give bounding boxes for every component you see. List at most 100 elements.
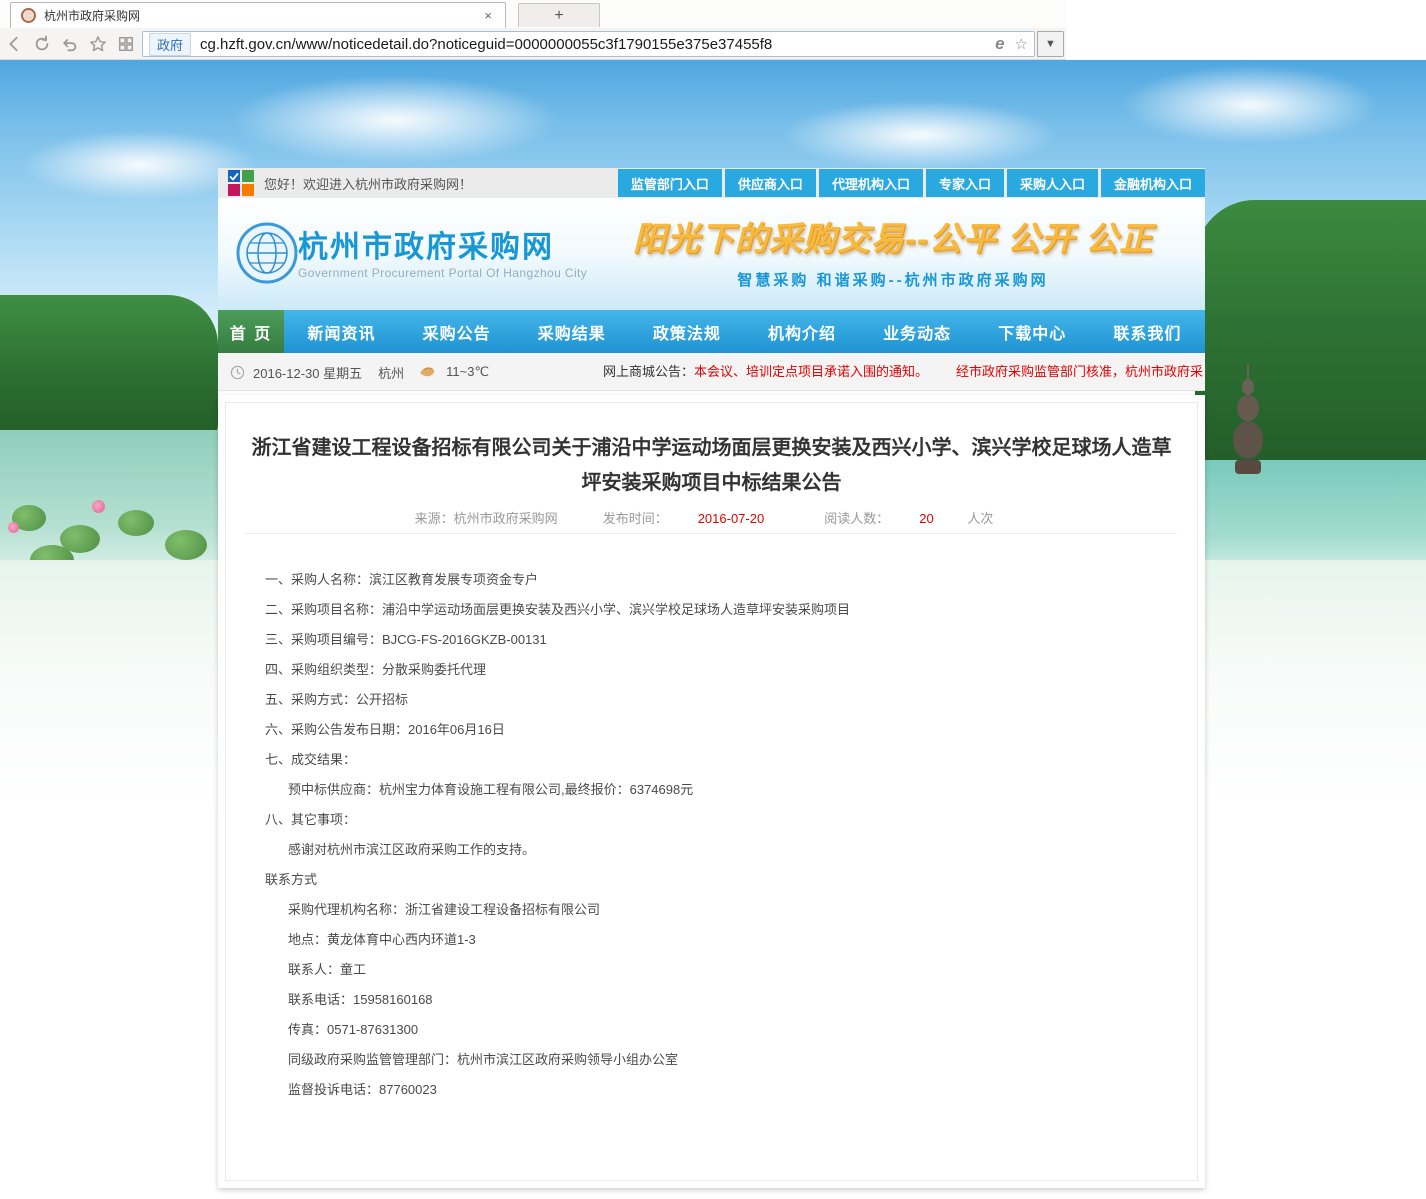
slogan-block: 阳光下的采购交易--公平 公开 公正 智慧采购 和谐采购--杭州市政府采购网: [593, 212, 1193, 290]
cloud: [230, 75, 560, 165]
weather-icon: [418, 364, 440, 380]
paragraph: 监督投诉电话：87760023: [226, 1075, 1197, 1105]
article-title: 浙江省建设工程设备招标有限公司关于浦沿中学运动场面层更换安装及西兴小学、滨兴学校…: [247, 431, 1177, 501]
browser-chrome: 杭州市政府采购网 × + 政府 cg.hzft.gov.cn/www/notic…: [0, 0, 1066, 60]
publish-date: 2016-07-20: [698, 511, 765, 526]
site-mini-logo-icon: [228, 170, 254, 196]
lotus-flower: [8, 522, 19, 533]
notice-marquee: 网上商城公告：本会议、培训定点项目承诺入围的通知。 经市政府采购监管部门核准，杭州…: [603, 353, 1203, 391]
content-panel: 浙江省建设工程设备招标有限公司关于浦沿中学运动场面层更换安装及西兴小学、滨兴学校…: [218, 395, 1205, 1188]
meta-reads: 阅读人数：20 人次: [809, 511, 1008, 526]
favorites-star-icon[interactable]: [84, 32, 112, 56]
meta-source: 来源：杭州市政府采购网: [415, 511, 558, 526]
notice-label: 网上商城公告：: [603, 364, 694, 379]
entry-button-regulator[interactable]: 监管部门入口: [618, 169, 722, 197]
cloud: [1120, 65, 1380, 145]
paragraph: 地点：黄龙体育中心西内环道1-3: [226, 925, 1197, 955]
address-bar[interactable]: 政府 cg.hzft.gov.cn/www/noticedetail.do?no…: [142, 31, 1035, 57]
lotus-leaf: [118, 510, 154, 536]
logo-square-blue: [228, 170, 240, 182]
nav-item-business[interactable]: 业务动态: [883, 320, 951, 344]
paragraph: 传真：0571-87631300: [226, 1015, 1197, 1045]
paragraph: 六、采购公告发布日期：2016年06月16日: [226, 715, 1197, 745]
cloud: [780, 100, 1060, 170]
browser-tab[interactable]: 杭州市政府采购网 ×: [10, 2, 506, 28]
entry-buttons: 监管部门入口 供应商入口 代理机构入口 专家入口 采购人入口 金融机构入口: [618, 169, 1205, 197]
slogan-sub: 智慧采购 和谐采购--杭州市政府采购网: [593, 269, 1193, 290]
logo-square-magenta: [228, 184, 240, 196]
refresh-icon[interactable]: [28, 32, 56, 56]
nav-item-contact[interactable]: 联系我们: [1113, 320, 1181, 344]
paragraph: 预中标供应商：杭州宝力体育设施工程有限公司,最终报价：6374698元: [226, 775, 1197, 805]
lotus-flower: [92, 500, 105, 513]
lotus-pond: [0, 430, 218, 570]
paragraph: 联系人：童工: [226, 955, 1197, 985]
article-meta: 来源：杭州市政府采购网 发布时间：2016-07-20 阅读人数：20 人次: [226, 508, 1197, 526]
paragraph: 八、其它事项：: [226, 805, 1197, 835]
logo-square-green: [242, 170, 254, 182]
check-icon: [228, 171, 240, 183]
temperature: 11~3℃: [446, 364, 489, 380]
favorite-star-icon[interactable]: ☆: [1015, 35, 1028, 53]
clock-icon: [230, 365, 245, 380]
nav-item-results[interactable]: 采购结果: [538, 320, 606, 344]
notice-link-2[interactable]: 经市政府采购监管部门核准，杭州市政府采购“网上卖: [956, 364, 1203, 379]
site-wrapper: 您好！欢迎进入杭州市政府采购网！ 监管部门入口 供应商入口 代理机构入口 专家入…: [218, 168, 1205, 391]
new-tab-button[interactable]: +: [518, 3, 600, 27]
site-seal-icon: [236, 222, 298, 284]
lotus-leaf: [165, 530, 207, 560]
paragraph: 一、采购人名称：滨江区教育发展专项资金专户: [226, 565, 1197, 595]
tab-bar: 杭州市政府采购网 × +: [0, 0, 1066, 28]
city-label: 杭州: [378, 363, 404, 382]
nav-item-home[interactable]: 首 页: [218, 310, 284, 353]
site-logo-title[interactable]: 杭州市政府采购网: [298, 222, 554, 266]
site-logo-subtitle: Government Procurement Portal Of Hangzho…: [298, 266, 587, 280]
entry-button-financial[interactable]: 金融机构入口: [1101, 169, 1205, 197]
logo-square-orange: [242, 184, 254, 196]
url-text[interactable]: cg.hzft.gov.cn/www/noticedetail.do?notic…: [200, 36, 985, 53]
entry-button-expert[interactable]: 专家入口: [926, 169, 1004, 197]
site-favicon-icon: [21, 8, 36, 23]
entry-button-purchaser[interactable]: 采购人入口: [1007, 169, 1098, 197]
slogan-main: 阳光下的采购交易--公平 公开 公正: [593, 212, 1193, 260]
entry-button-supplier[interactable]: 供应商入口: [725, 169, 816, 197]
nav-item-downloads[interactable]: 下载中心: [998, 320, 1066, 344]
paragraph: 同级政府采购监管管理部门：杭州市滨江区政府采购领导小组办公室: [226, 1045, 1197, 1075]
paragraph: 联系方式: [226, 865, 1197, 895]
left-hills: [0, 295, 218, 445]
read-count: 20: [919, 511, 933, 526]
gov-site-badge[interactable]: 政府: [149, 33, 191, 56]
paragraph: 二、采购项目名称：浦沿中学运动场面层更换安装及西兴小学、滨兴学校足球场人造草坪安…: [226, 595, 1197, 625]
nav-items: 新闻资讯 采购公告 采购结果 政策法规 机构介绍 业务动态 下载中心 联系我们: [284, 310, 1205, 353]
paragraph: 三、采购项目编号：BJCG-FS-2016GKZB-00131: [226, 625, 1197, 655]
paragraph: 感谢对杭州市滨江区政府采购工作的支持。: [226, 835, 1197, 865]
ie-compatibility-icon[interactable]: e: [995, 34, 1004, 54]
meta-publish: 发布时间：2016-07-20: [588, 511, 780, 526]
content-panel-border: 浙江省建设工程设备招标有限公司关于浦沿中学运动场面层更换安装及西兴小学、滨兴学校…: [225, 402, 1198, 1181]
welcome-text: 您好！欢迎进入杭州市政府采购网！: [264, 174, 618, 193]
info-bar: 2016-12-30 星期五 杭州 11~3℃ 网上商城公告：本会议、培训定点项…: [218, 353, 1205, 391]
browser-toolbar: 政府 cg.hzft.gov.cn/www/noticedetail.do?no…: [0, 28, 1066, 60]
tab-close-icon[interactable]: ×: [481, 8, 495, 23]
date-weather: 2016-12-30 星期五 杭州 11~3℃: [230, 353, 489, 391]
entry-button-agency[interactable]: 代理机构入口: [819, 169, 923, 197]
article-body: 一、采购人名称：滨江区教育发展专项资金专户 二、采购项目名称：浦沿中学运动场面层…: [226, 565, 1197, 1105]
site-header: 杭州市政府采购网 Government Procurement Portal O…: [218, 198, 1205, 310]
paragraph: 联系电话：15958160168: [226, 985, 1197, 1015]
current-date: 2016-12-30 星期五: [253, 363, 362, 382]
nav-item-announcements[interactable]: 采购公告: [423, 320, 491, 344]
address-dropdown-button[interactable]: ▼: [1037, 31, 1064, 57]
main-nav: 首 页 新闻资讯 采购公告 采购结果 政策法规 机构介绍 业务动态 下载中心 联…: [218, 310, 1205, 353]
welcome-bar: 您好！欢迎进入杭州市政府采购网！ 监管部门入口 供应商入口 代理机构入口 专家入…: [218, 168, 1205, 198]
stone-pagoda: [1228, 360, 1268, 480]
nav-item-news[interactable]: 新闻资讯: [308, 320, 376, 344]
back-icon[interactable]: [0, 32, 28, 56]
nav-item-organization[interactable]: 机构介绍: [768, 320, 836, 344]
tab-title: 杭州市政府采购网: [44, 7, 481, 24]
paragraph: 采购代理机构名称：浙江省建设工程设备招标有限公司: [226, 895, 1197, 925]
notice-link-1[interactable]: 本会议、培训定点项目承诺入围的通知。: [694, 364, 928, 379]
favorites-bar-grid-icon[interactable]: [112, 32, 140, 56]
paragraph: 四、采购组织类型：分散采购委托代理: [226, 655, 1197, 685]
undo-icon[interactable]: [56, 32, 84, 56]
nav-item-policies[interactable]: 政策法规: [653, 320, 721, 344]
